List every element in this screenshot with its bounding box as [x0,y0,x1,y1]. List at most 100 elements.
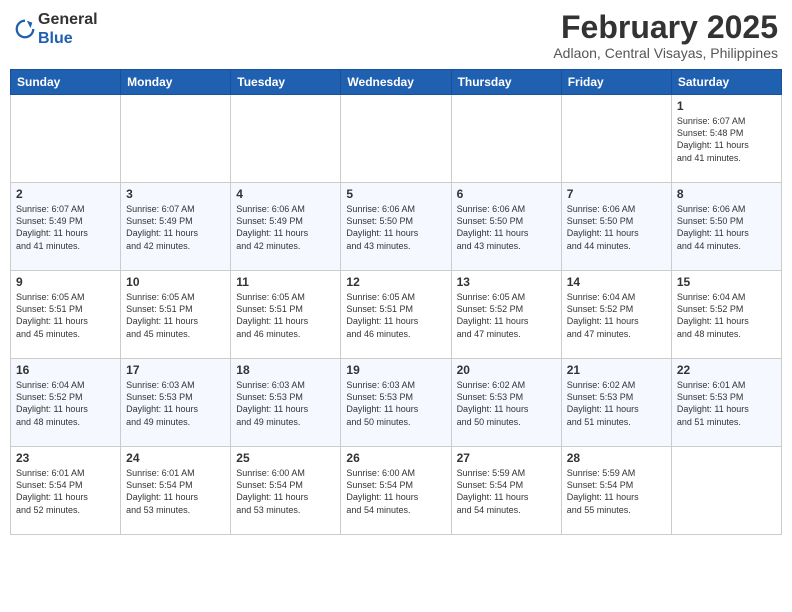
weekday-header-friday: Friday [561,70,671,95]
day-number: 28 [567,451,666,465]
day-number: 26 [346,451,445,465]
day-info-text: Sunrise: 6:02 AM Sunset: 5:53 PM Dayligh… [457,379,556,428]
day-info-text: Sunrise: 6:04 AM Sunset: 5:52 PM Dayligh… [677,291,776,340]
day-info-text: Sunrise: 6:01 AM Sunset: 5:54 PM Dayligh… [16,467,115,516]
weekday-header-saturday: Saturday [671,70,781,95]
day-info-text: Sunrise: 6:00 AM Sunset: 5:54 PM Dayligh… [236,467,335,516]
day-number: 11 [236,275,335,289]
day-info-text: Sunrise: 6:05 AM Sunset: 5:51 PM Dayligh… [236,291,335,340]
calendar-day-cell: 16 Sunrise: 6:04 AM Sunset: 5:52 PM Dayli… [11,359,121,447]
calendar-day-cell: 21Sunrise: 6:02 AM Sunset: 5:53 PM Dayli… [561,359,671,447]
day-info-text: Sunrise: 6:03 AM Sunset: 5:53 PM Dayligh… [236,379,335,428]
day-number: 5 [346,187,445,201]
calendar-day-cell: 13Sunrise: 6:05 AM Sunset: 5:52 PM Dayli… [451,271,561,359]
calendar-day-cell: 10 Sunrise: 6:05 AM Sunset: 5:51 PM Dayli… [121,271,231,359]
day-number: 14 [567,275,666,289]
month-year-title: February 2025 [553,10,778,45]
day-number: 24 [126,451,225,465]
calendar-week-row: 16 Sunrise: 6:04 AM Sunset: 5:52 PM Dayli… [11,359,782,447]
calendar-day-cell: 22Sunrise: 6:01 AM Sunset: 5:53 PM Dayli… [671,359,781,447]
calendar-day-cell: 15Sunrise: 6:04 AM Sunset: 5:52 PM Dayli… [671,271,781,359]
calendar-day-cell: 1 Sunrise: 6:07 AM Sunset: 5:48 PM Daylig… [671,95,781,183]
day-info-text: Sunrise: 6:06 AM Sunset: 5:50 PM Dayligh… [567,203,666,252]
day-number: 12 [346,275,445,289]
location-subtitle: Adlaon, Central Visayas, Philippines [553,45,778,61]
day-info-text: Sunrise: 6:01 AM Sunset: 5:54 PM Dayligh… [126,467,225,516]
day-info-text: Sunrise: 6:05 AM Sunset: 5:51 PM Dayligh… [16,291,115,340]
day-info-text: Sunrise: 6:05 AM Sunset: 5:51 PM Dayligh… [126,291,225,340]
day-info-text: Sunrise: 6:04 AM Sunset: 5:52 PM Dayligh… [16,379,115,428]
day-number: 16 [16,363,115,377]
day-info-text: Sunrise: 6:07 AM Sunset: 5:49 PM Dayligh… [16,203,115,252]
calendar-day-cell: 4 Sunrise: 6:06 AM Sunset: 5:49 PM Daylig… [231,183,341,271]
calendar-day-cell [231,95,341,183]
logo-icon [14,18,36,40]
day-info-text: Sunrise: 6:06 AM Sunset: 5:50 PM Dayligh… [346,203,445,252]
day-number: 23 [16,451,115,465]
calendar-day-cell [11,95,121,183]
calendar-day-cell: 9 Sunrise: 6:05 AM Sunset: 5:51 PM Daylig… [11,271,121,359]
day-number: 27 [457,451,556,465]
calendar-week-row: 2 Sunrise: 6:07 AM Sunset: 5:49 PM Daylig… [11,183,782,271]
logo-blue-text: Blue [38,30,73,47]
day-number: 8 [677,187,776,201]
day-number: 21 [567,363,666,377]
page-header: General Blue February 2025 Adlaon, Centr… [10,10,782,61]
day-number: 25 [236,451,335,465]
weekday-header-row: SundayMondayTuesdayWednesdayThursdayFrid… [11,70,782,95]
weekday-header-sunday: Sunday [11,70,121,95]
calendar-day-cell: 6Sunrise: 6:06 AM Sunset: 5:50 PM Daylig… [451,183,561,271]
calendar-day-cell: 7 Sunrise: 6:06 AM Sunset: 5:50 PM Daylig… [561,183,671,271]
day-info-text: Sunrise: 6:00 AM Sunset: 5:54 PM Dayligh… [346,467,445,516]
day-info-text: Sunrise: 6:03 AM Sunset: 5:53 PM Dayligh… [346,379,445,428]
day-info-text: Sunrise: 6:06 AM Sunset: 5:49 PM Dayligh… [236,203,335,252]
weekday-header-thursday: Thursday [451,70,561,95]
calendar-week-row: 23 Sunrise: 6:01 AM Sunset: 5:54 PM Dayli… [11,447,782,535]
calendar-day-cell: 18Sunrise: 6:03 AM Sunset: 5:53 PM Dayli… [231,359,341,447]
calendar-day-cell: 11 Sunrise: 6:05 AM Sunset: 5:51 PM Dayli… [231,271,341,359]
calendar-day-cell: 26 Sunrise: 6:00 AM Sunset: 5:54 PM Dayli… [341,447,451,535]
day-number: 10 [126,275,225,289]
day-number: 19 [346,363,445,377]
calendar-day-cell: 23 Sunrise: 6:01 AM Sunset: 5:54 PM Dayli… [11,447,121,535]
day-info-text: Sunrise: 6:07 AM Sunset: 5:48 PM Dayligh… [677,115,776,164]
weekday-header-wednesday: Wednesday [341,70,451,95]
calendar-day-cell [561,95,671,183]
day-number: 9 [16,275,115,289]
logo-general-text: General [38,11,98,28]
calendar-day-cell: 3 Sunrise: 6:07 AM Sunset: 5:49 PM Daylig… [121,183,231,271]
day-number: 22 [677,363,776,377]
calendar-day-cell: 17Sunrise: 6:03 AM Sunset: 5:53 PM Dayli… [121,359,231,447]
day-info-text: Sunrise: 6:03 AM Sunset: 5:53 PM Dayligh… [126,379,225,428]
calendar-table: SundayMondayTuesdayWednesdayThursdayFrid… [10,69,782,535]
calendar-day-cell [121,95,231,183]
calendar-week-row: 1 Sunrise: 6:07 AM Sunset: 5:48 PM Daylig… [11,95,782,183]
day-number: 7 [567,187,666,201]
calendar-day-cell: 2 Sunrise: 6:07 AM Sunset: 5:49 PM Daylig… [11,183,121,271]
day-number: 6 [457,187,556,201]
calendar-day-cell: 12 Sunrise: 6:05 AM Sunset: 5:51 PM Dayli… [341,271,451,359]
calendar-week-row: 9 Sunrise: 6:05 AM Sunset: 5:51 PM Daylig… [11,271,782,359]
day-info-text: Sunrise: 6:06 AM Sunset: 5:50 PM Dayligh… [677,203,776,252]
calendar-day-cell: 19 Sunrise: 6:03 AM Sunset: 5:53 PM Dayli… [341,359,451,447]
title-block: February 2025 Adlaon, Central Visayas, P… [553,10,778,61]
day-info-text: Sunrise: 6:04 AM Sunset: 5:52 PM Dayligh… [567,291,666,340]
calendar-day-cell: 24 Sunrise: 6:01 AM Sunset: 5:54 PM Dayli… [121,447,231,535]
day-number: 4 [236,187,335,201]
calendar-day-cell [341,95,451,183]
day-number: 2 [16,187,115,201]
calendar-day-cell: 20Sunrise: 6:02 AM Sunset: 5:53 PM Dayli… [451,359,561,447]
day-info-text: Sunrise: 6:05 AM Sunset: 5:51 PM Dayligh… [346,291,445,340]
day-number: 3 [126,187,225,201]
calendar-day-cell: 27 Sunrise: 5:59 AM Sunset: 5:54 PM Dayli… [451,447,561,535]
calendar-day-cell: 5 Sunrise: 6:06 AM Sunset: 5:50 PM Daylig… [341,183,451,271]
weekday-header-tuesday: Tuesday [231,70,341,95]
calendar-day-cell: 25 Sunrise: 6:00 AM Sunset: 5:54 PM Dayli… [231,447,341,535]
day-info-text: Sunrise: 5:59 AM Sunset: 5:54 PM Dayligh… [567,467,666,516]
day-info-text: Sunrise: 6:05 AM Sunset: 5:52 PM Dayligh… [457,291,556,340]
day-number: 1 [677,99,776,113]
weekday-header-monday: Monday [121,70,231,95]
day-info-text: Sunrise: 6:07 AM Sunset: 5:49 PM Dayligh… [126,203,225,252]
day-info-text: Sunrise: 5:59 AM Sunset: 5:54 PM Dayligh… [457,467,556,516]
calendar-day-cell: 28 Sunrise: 5:59 AM Sunset: 5:54 PM Dayli… [561,447,671,535]
